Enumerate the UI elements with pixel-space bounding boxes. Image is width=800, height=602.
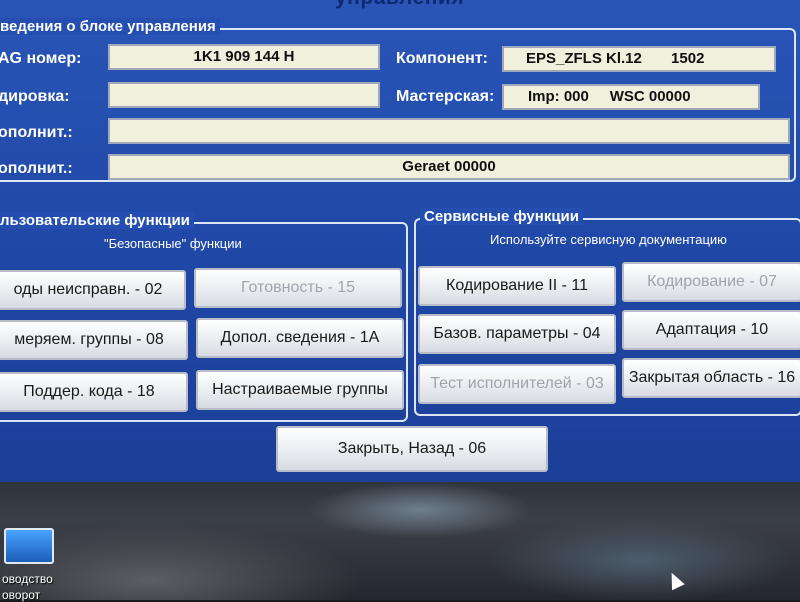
extra-1-field[interactable] bbox=[108, 118, 790, 144]
user-functions-subtitle: "Безопасные" функции bbox=[104, 236, 242, 251]
workshop-label: Мастерская: bbox=[396, 88, 495, 105]
extra-2-field[interactable]: Geraet 00000 bbox=[108, 154, 790, 180]
workshop-field[interactable]: Imp: 000 WSC 00000 bbox=[502, 84, 760, 110]
extra-2-label: ополнит.: bbox=[0, 160, 73, 177]
extra-1-label: ополнит.: bbox=[0, 124, 73, 141]
close-back-button[interactable]: Закрыть, Назад - 06 bbox=[276, 426, 548, 472]
component-label: Компонент: bbox=[396, 50, 488, 67]
coding-label: дировка: bbox=[0, 88, 70, 105]
vag-number-field[interactable]: 1K1 909 144 H bbox=[108, 44, 380, 70]
readiness-button[interactable]: Готовность - 15 bbox=[194, 268, 402, 308]
adaptation-button[interactable]: Адаптация - 10 bbox=[622, 310, 800, 350]
basic-settings-button[interactable]: Базов. параметры - 04 bbox=[418, 314, 616, 354]
user-functions-title: льзовательские функции bbox=[0, 212, 194, 229]
coding-ii-button[interactable]: Кодирование II - 11 bbox=[418, 266, 616, 306]
security-access-button[interactable]: Закрытая область - 16 bbox=[622, 358, 800, 398]
desktop-shortcut-label[interactable]: оводство bbox=[2, 572, 53, 586]
measuring-blocks-button[interactable]: меряем. группы - 08 bbox=[0, 320, 188, 360]
service-functions-title: Сервисные функции bbox=[420, 208, 584, 225]
fault-codes-button[interactable]: оды неисправн. - 02 bbox=[0, 270, 186, 310]
component-field[interactable]: EPS_ZFLS Kl.12 1502 bbox=[502, 46, 776, 72]
advanced-id-button[interactable]: Допол. сведения - 1A bbox=[196, 318, 404, 358]
output-tests-button[interactable]: Тест исполнителей - 03 bbox=[418, 364, 616, 404]
window-title: управления bbox=[335, 0, 464, 10]
control-module-window: управления ведения о блоке управления AG… bbox=[0, 0, 800, 482]
service-functions-subtitle: Используйте сервисную документацию bbox=[490, 232, 727, 247]
desktop-shortcut-icon[interactable] bbox=[4, 528, 54, 564]
module-info-group-title: ведения о блоке управления bbox=[0, 18, 220, 35]
coding-field[interactable] bbox=[108, 82, 380, 108]
adv-measuring-values-button[interactable]: Настраиваемые группы bbox=[196, 370, 404, 410]
coding-button[interactable]: Кодирование - 07 bbox=[622, 262, 800, 302]
supported-codes-button[interactable]: Поддер. кода - 18 bbox=[0, 372, 188, 412]
vag-number-label: AG номер: bbox=[0, 50, 82, 67]
